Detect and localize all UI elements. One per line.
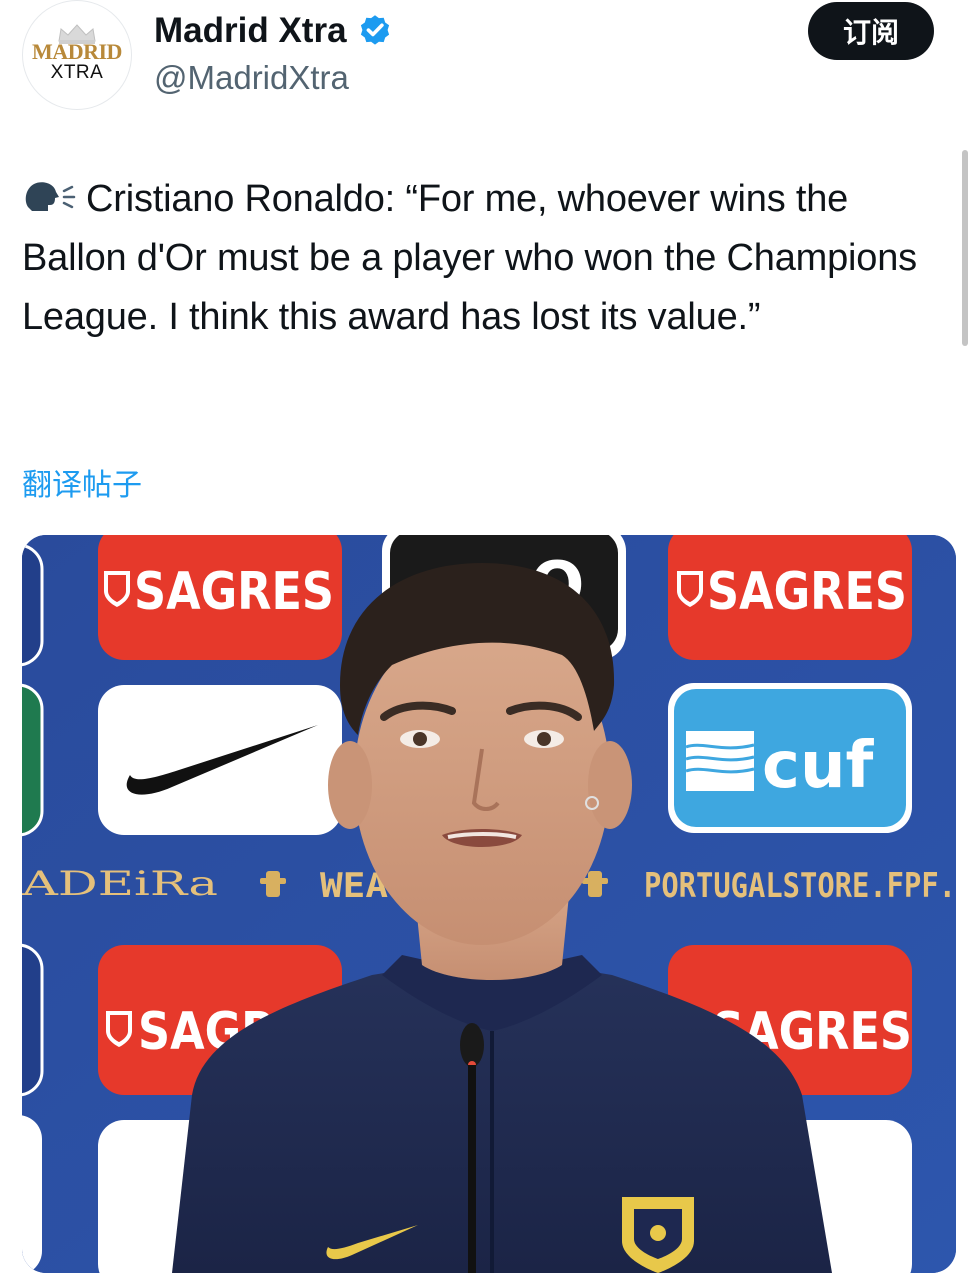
sagres-logo-text: SAGRES (134, 562, 334, 622)
avatar[interactable]: MADRID XTRA (22, 0, 132, 110)
avatar-logo-bottom: XTRA (50, 62, 104, 83)
tweet-body: Cristiano Ronaldo: “For me, whoever wins… (22, 178, 917, 338)
translate-post-link[interactable]: 翻译帖子 (22, 466, 142, 506)
press-conference-photo: SAGRES O SAGRES cuf ADEiRa (22, 535, 956, 1273)
display-name[interactable]: Madrid Xtra (154, 10, 347, 52)
tweet-text: Cristiano Ronaldo: “For me, whoever wins… (22, 170, 962, 347)
sagres-logo-text-right: SAGRES (707, 562, 907, 622)
madeira-text: ADEiRa (22, 864, 218, 904)
scrollbar[interactable] (962, 150, 968, 346)
tweet-page: MADRID XTRA Madrid Xtra @MadridXtra 订阅 C… (0, 0, 978, 1280)
speaking-head-icon (25, 182, 76, 211)
subscribe-button[interactable]: 订阅 (808, 2, 934, 60)
cuf-logo-text: cuf (762, 729, 875, 803)
verified-badge-icon (360, 15, 389, 45)
avatar-logo-top: MADRID (32, 39, 122, 64)
display-name-row: Madrid Xtra (154, 10, 393, 52)
cuf-wave-icon (685, 731, 755, 791)
tweet-media-image[interactable]: SAGRES O SAGRES cuf ADEiRa (22, 535, 956, 1273)
portugal-store-text: PORTUGALSTORE.FPF. (644, 866, 956, 906)
account-handle[interactable]: @MadridXtra (154, 58, 349, 98)
